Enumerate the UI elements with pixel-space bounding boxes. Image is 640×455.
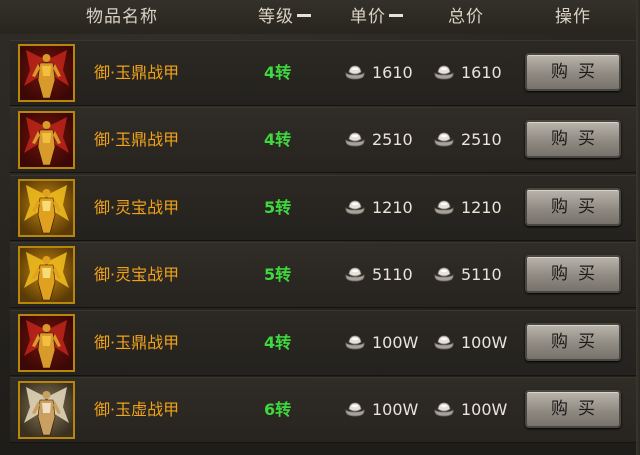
item-level: 4转 [264, 333, 292, 352]
buy-button[interactable]: 购买 [525, 120, 621, 158]
armor-icon[interactable] [18, 179, 75, 237]
silver-ingot-icon [345, 132, 365, 146]
item-name: 御·玉虚战甲 [94, 400, 180, 419]
table-row: 御·灵宝战甲 5转 1210 1210 购买 [10, 175, 638, 241]
total-price-value: 1210 [461, 198, 502, 217]
silver-ingot-icon [345, 402, 365, 416]
table-row: 御·玉虚战甲 6转 100W 100W 购买 [10, 377, 638, 443]
item-level: 6转 [264, 400, 292, 419]
total-price: 5110 [433, 263, 502, 287]
unit-price: 1210 [344, 196, 413, 220]
sort-dash-icon [389, 14, 403, 17]
silver-ingot-icon [434, 335, 454, 349]
item-level: 4转 [264, 130, 292, 149]
header-level[interactable]: 等级 [258, 6, 311, 28]
table-row: 御·玉鼎战甲 4转 2510 2510 购买 [10, 107, 638, 173]
armor-icon[interactable] [18, 246, 75, 304]
buy-button[interactable]: 购买 [525, 323, 621, 361]
header-total-price: 总价 [448, 7, 484, 27]
item-name: 御·灵宝战甲 [94, 198, 180, 217]
silver-ingot-icon [434, 402, 454, 416]
unit-price-value: 5110 [372, 265, 413, 284]
total-price-value: 100W [461, 333, 508, 352]
total-price: 100W [433, 331, 507, 355]
silver-ingot-icon [434, 132, 454, 146]
header-action: 操作 [555, 7, 591, 27]
buy-button[interactable]: 购买 [525, 255, 621, 293]
panel-border [636, 0, 640, 455]
header-unit-price[interactable]: 单价 [350, 6, 403, 28]
silver-ingot-icon [434, 65, 454, 79]
table-row: 御·玉鼎战甲 4转 100W 100W 购买 [10, 310, 638, 376]
total-price: 2510 [433, 128, 502, 152]
buy-button[interactable]: 购买 [525, 53, 621, 91]
silver-ingot-icon [345, 200, 365, 214]
table-row: 御·灵宝战甲 5转 5110 5110 购买 [10, 242, 638, 308]
unit-price-value: 2510 [372, 130, 413, 149]
item-level: 5转 [264, 198, 292, 217]
unit-price: 1610 [344, 61, 413, 85]
unit-price: 5110 [344, 263, 413, 287]
armor-icon[interactable] [18, 44, 75, 102]
silver-ingot-icon [345, 335, 365, 349]
total-price-value: 2510 [461, 130, 502, 149]
total-price-value: 5110 [461, 265, 502, 284]
item-level: 4转 [264, 63, 292, 82]
armor-icon[interactable] [18, 381, 75, 439]
table-row: 御·玉鼎战甲 4转 1610 1610 购买 [10, 40, 638, 106]
silver-ingot-icon [345, 65, 365, 79]
silver-ingot-icon [345, 267, 365, 281]
item-name: 御·玉鼎战甲 [94, 333, 180, 352]
sort-dash-icon [297, 14, 311, 17]
shop-panel: 物品名称 等级 单价 总价 操作 御·玉鼎战甲 4转 1610 1610 购买 … [0, 0, 640, 455]
armor-icon[interactable] [18, 314, 75, 372]
total-price: 100W [433, 398, 507, 422]
item-name: 御·玉鼎战甲 [94, 130, 180, 149]
unit-price: 2510 [344, 128, 413, 152]
item-level: 5转 [264, 265, 292, 284]
buy-button[interactable]: 购买 [525, 390, 621, 428]
header-name: 物品名称 [86, 7, 158, 27]
total-price: 1610 [433, 61, 502, 85]
buy-button[interactable]: 购买 [525, 188, 621, 226]
unit-price-value: 100W [372, 333, 419, 352]
header-level-label: 等级 [258, 7, 294, 27]
unit-price: 100W [344, 398, 418, 422]
unit-price-value: 1610 [372, 63, 413, 82]
total-price-value: 100W [461, 400, 508, 419]
total-price: 1210 [433, 196, 502, 220]
item-name: 御·玉鼎战甲 [94, 63, 180, 82]
armor-icon[interactable] [18, 111, 75, 169]
unit-price-value: 100W [372, 400, 419, 419]
item-name: 御·灵宝战甲 [94, 265, 180, 284]
unit-price: 100W [344, 331, 418, 355]
silver-ingot-icon [434, 200, 454, 214]
total-price-value: 1610 [461, 63, 502, 82]
silver-ingot-icon [434, 267, 454, 281]
unit-price-value: 1210 [372, 198, 413, 217]
table-header: 物品名称 等级 单价 总价 操作 [0, 0, 640, 34]
header-unit-price-label: 单价 [350, 7, 386, 27]
